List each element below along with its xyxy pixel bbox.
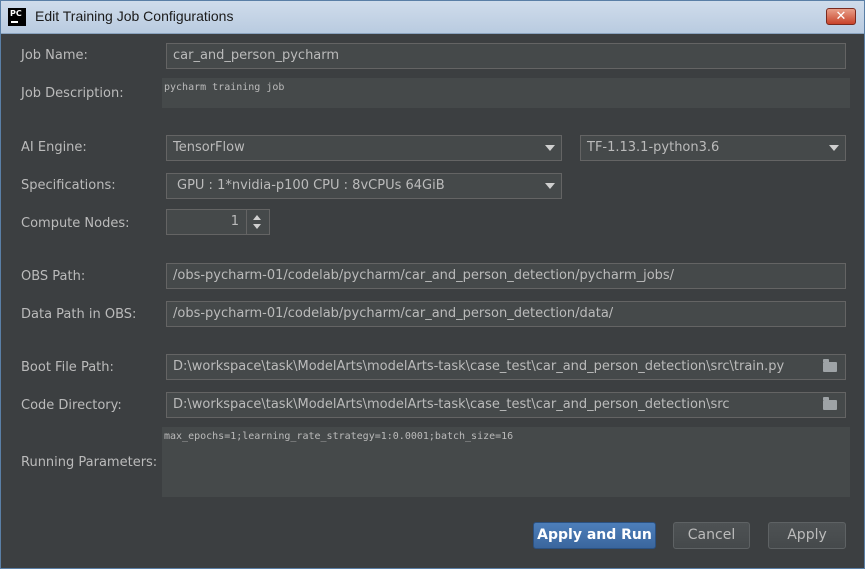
code-directory-input[interactable]: D:\workspace\task\ModelArts\modelArts-ta…	[166, 392, 846, 418]
specifications-value: GPU : 1*nvidia-p100 CPU : 8vCPUs 64GiB	[177, 178, 445, 193]
obs-path-input[interactable]: /obs-pycharm-01/codelab/pycharm/car_and_…	[166, 263, 846, 289]
job-description-label: Job Description:	[21, 86, 124, 101]
cancel-button[interactable]: Cancel	[673, 522, 750, 549]
specifications-select[interactable]: GPU : 1*nvidia-p100 CPU : 8vCPUs 64GiB	[166, 173, 562, 199]
data-path-label: Data Path in OBS:	[21, 307, 137, 322]
title-bar[interactable]: PC Edit Training Job Configurations ✕	[1, 1, 864, 34]
code-directory-label: Code Directory:	[21, 398, 122, 413]
chevron-down-icon	[545, 145, 555, 151]
dialog-window: PC Edit Training Job Configurations ✕ Jo…	[0, 0, 865, 569]
job-name-input[interactable]: car_and_person_pycharm	[166, 43, 846, 69]
compute-nodes-value: 1	[230, 214, 239, 229]
engine-version-select[interactable]: TF-1.13.1-python3.6	[580, 135, 846, 161]
compute-nodes-stepper[interactable]: 1	[166, 209, 270, 235]
obs-path-label: OBS Path:	[21, 269, 86, 284]
job-description-textarea[interactable]: pycharm training job	[162, 78, 850, 108]
stepper-arrows[interactable]	[246, 210, 269, 234]
app-icon-text: PC	[10, 9, 22, 18]
job-name-label: Job Name:	[21, 48, 88, 63]
specifications-label: Specifications:	[21, 178, 116, 193]
chevron-down-icon	[829, 145, 839, 151]
close-icon: ✕	[835, 9, 847, 24]
compute-nodes-label: Compute Nodes:	[21, 216, 130, 231]
apply-and-run-button[interactable]: Apply and Run	[533, 522, 656, 549]
chevron-down-icon	[545, 183, 555, 189]
data-path-input[interactable]: /obs-pycharm-01/codelab/pycharm/car_and_…	[166, 301, 846, 327]
stepper-up-icon[interactable]	[253, 215, 261, 220]
running-parameters-textarea[interactable]: max_epochs=1;learning_rate_strategy=1:0.…	[162, 427, 850, 497]
folder-browse-icon[interactable]	[823, 397, 837, 410]
folder-browse-icon[interactable]	[823, 359, 837, 372]
engine-version-value: TF-1.13.1-python3.6	[587, 140, 720, 155]
boot-file-label: Boot File Path:	[21, 360, 114, 375]
running-parameters-label: Running Parameters:	[21, 455, 158, 470]
boot-file-input[interactable]: D:\workspace\task\ModelArts\modelArts-ta…	[166, 354, 846, 380]
ai-engine-value: TensorFlow	[173, 140, 245, 155]
apply-button[interactable]: Apply	[768, 522, 846, 549]
window-title: Edit Training Job Configurations	[35, 8, 234, 24]
pycharm-logo-icon: PC	[8, 8, 26, 26]
stepper-down-icon[interactable]	[253, 224, 261, 229]
code-directory-value: D:\workspace\task\ModelArts\modelArts-ta…	[173, 397, 730, 412]
ai-engine-label: AI Engine:	[21, 140, 87, 155]
boot-file-value: D:\workspace\task\ModelArts\modelArts-ta…	[173, 359, 785, 374]
ai-engine-select[interactable]: TensorFlow	[166, 135, 562, 161]
close-button[interactable]: ✕	[826, 8, 856, 25]
